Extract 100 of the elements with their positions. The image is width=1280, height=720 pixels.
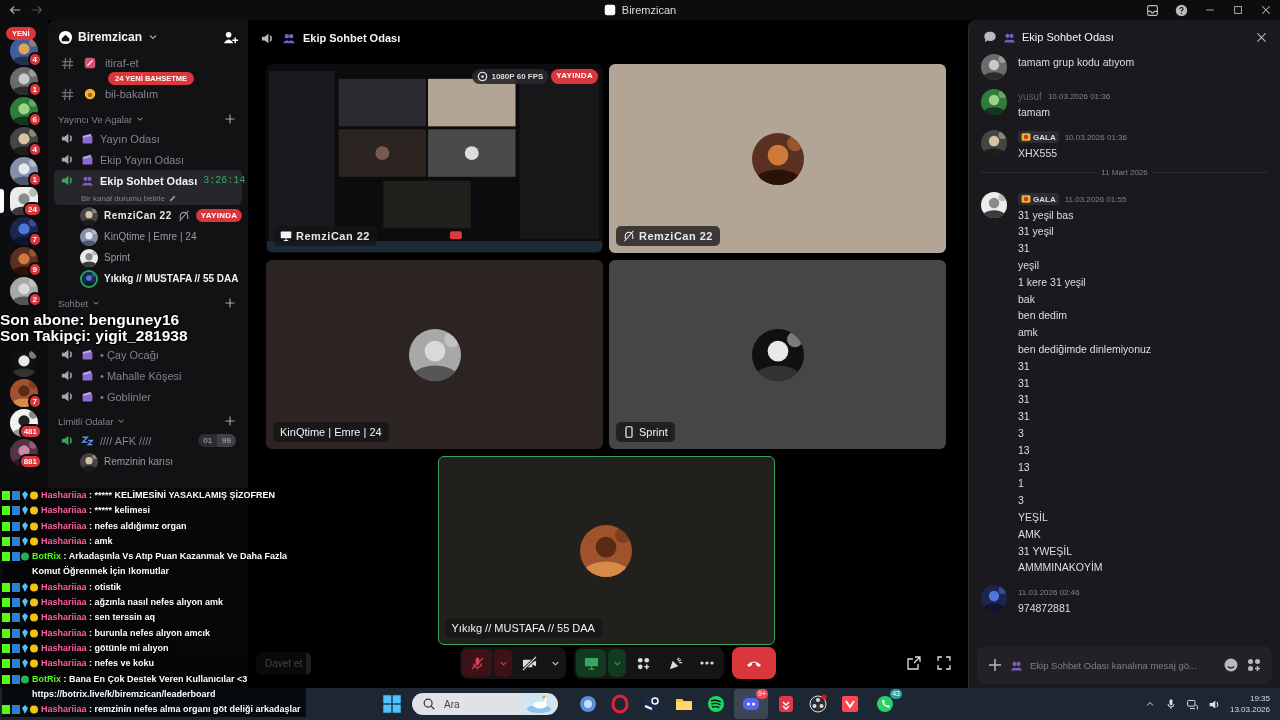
voice-user-name[interactable]: Yıkıkg // MUSTAFA // 55 DAA — [104, 273, 239, 284]
video-tile[interactable]: Yıkıkg // MUSTAFA // 55 DAA — [437, 456, 775, 645]
timestamp: 10.03.2026 01:36 — [1064, 132, 1127, 142]
chat-bubble-icon — [983, 30, 997, 44]
message-text: 31 — [1018, 409, 1031, 425]
chat-badges-icon — [2, 613, 38, 623]
video-tile[interactable]: RemziCan 22 — [609, 64, 946, 253]
text-channel[interactable]: bil-bakalım — [54, 83, 242, 105]
hang-up-button[interactable] — [732, 647, 777, 679]
message-text: 13 — [1018, 442, 1031, 458]
search-input[interactable]: Ara — [444, 698, 516, 710]
camera-icon — [521, 655, 537, 671]
screen-share-button[interactable] — [576, 649, 607, 677]
server-menu-button[interactable]: Biremzican — [58, 29, 160, 45]
phone-icon — [875, 694, 895, 714]
message-input[interactable]: Ekip Sohbet Odası kanalına mesaj gö... — [1030, 659, 1216, 671]
close-icon[interactable] — [1260, 4, 1272, 16]
chat-line: BotRix : Arkadaşınla Vs Atıp Puan Kazanmak Ve Daha Fazla Komut Öğrenmek İçin !komutlar — [32, 550, 288, 579]
timestamp: 11.03.2026 02:46 — [1018, 588, 1080, 598]
count-badge: 24 — [23, 202, 42, 217]
fullscreen-icon[interactable] — [936, 655, 952, 671]
add-member-icon[interactable] — [223, 29, 238, 45]
shield-icon — [776, 694, 796, 714]
channel-status[interactable]: Bir kanal durumu belirle — [81, 194, 166, 203]
voice-channel[interactable]: • Çay Ocağı — [54, 344, 242, 365]
message-text: yeşil — [1018, 258, 1040, 273]
message-text: 31 yeşil bas — [1018, 207, 1075, 223]
chat-badges-icon — [2, 536, 38, 546]
message-text: tamam grup kodu atıyom — [1018, 55, 1135, 70]
message-text: bak — [1018, 291, 1036, 307]
server-icon — [58, 29, 73, 45]
voice-channel[interactable]: • Goblinler — [54, 386, 242, 407]
add-channel-icon[interactable] — [224, 415, 236, 427]
channel-emoji-icon — [81, 174, 94, 187]
hash-icon — [60, 86, 75, 102]
hash-icon — [60, 55, 75, 71]
chat-badges-icon — [2, 552, 29, 562]
add-channel-icon[interactable] — [224, 113, 236, 125]
voice-user-name[interactable]: RemziCan 22 — [104, 210, 172, 221]
quality-text: 1080P 60 FPS — [491, 72, 544, 81]
close-icon[interactable] — [1255, 30, 1268, 44]
chat-line: Hashariiaa : ***** kelimesi — [41, 504, 151, 518]
count-badge: 881 — [18, 454, 42, 469]
live-badge: YAYINDA — [195, 209, 243, 222]
chat-line: Hashariiaa : nefes ve koku — [41, 657, 155, 671]
message-text: 31 — [1018, 392, 1031, 408]
chat-badges-icon — [2, 506, 38, 516]
channel-emoji-icon — [81, 348, 94, 361]
author-name[interactable]: yusuf — [1018, 91, 1042, 102]
voice-channel[interactable]: Yayın Odası — [54, 128, 242, 149]
user-limit: 99 — [217, 434, 236, 447]
add-icon[interactable] — [987, 657, 1003, 673]
inbox-icon[interactable] — [1146, 3, 1159, 17]
video-tile[interactable]: 1080P 60 FPS YAYINDA RemziCan 22 — [266, 64, 603, 253]
message-text: amk — [1018, 325, 1039, 341]
voice-channel[interactable]: • Mahalle Köşesi — [54, 365, 242, 386]
category-header[interactable]: Limitli Odalar — [58, 415, 127, 427]
add-channel-icon[interactable] — [224, 297, 236, 309]
chat-badges-icon — [2, 705, 38, 715]
orb-icon — [578, 694, 598, 714]
text-channel[interactable]: itiraf-et — [54, 52, 242, 74]
chat-badges-icon — [2, 674, 29, 684]
apps-icon[interactable] — [1246, 657, 1262, 673]
message-text: 31 YWEŞİL — [1018, 543, 1074, 559]
emoji-icon[interactable] — [1223, 657, 1239, 673]
chat-badges-icon — [2, 521, 38, 531]
monitor-icon — [583, 655, 599, 671]
pencil-icon[interactable] — [168, 194, 178, 203]
network-icon[interactable] — [1185, 697, 1199, 711]
voice-user-name[interactable]: Remzinin karısı — [104, 456, 173, 467]
voice-channel[interactable]: Ekip Yayın Odası — [54, 149, 242, 170]
chat-line: Hashariiaa : ağzınla nasıl nefes alıyon amk — [41, 596, 224, 610]
participant-name: Yıkıkg // MUSTAFA // 55 DAA — [451, 622, 595, 634]
voice-user-name[interactable]: Sprint — [104, 252, 131, 263]
pop-out-icon[interactable] — [906, 655, 922, 671]
voice-user-name[interactable]: KinQtime | Emre | 24 — [104, 231, 197, 242]
message-text: 31 — [1018, 358, 1031, 374]
channel-emoji-icon — [81, 434, 94, 447]
clock-time[interactable]: 19:35 — [1249, 693, 1270, 704]
apps-icon — [635, 655, 651, 671]
role-name: GALA — [1033, 132, 1056, 142]
people-icon — [282, 31, 296, 45]
emoji-icon — [83, 87, 97, 101]
clock-date[interactable]: 13.03.2026 — [1229, 704, 1270, 715]
help-icon[interactable] — [1175, 3, 1188, 17]
category-header[interactable]: Sohbet — [58, 297, 102, 309]
category-header[interactable]: Yayıncı Ve Agalar — [58, 113, 146, 125]
video-tile[interactable]: Sprint — [609, 260, 946, 449]
maximize-icon[interactable] — [1232, 4, 1244, 16]
search-icon — [422, 697, 436, 711]
microphone-button[interactable] — [462, 649, 493, 677]
window-icon — [603, 4, 616, 16]
microphone-icon[interactable] — [1164, 698, 1177, 710]
voice-channel[interactable]: //// AFK //// 01 99 — [54, 430, 242, 451]
message-text: XHX555 — [1018, 145, 1059, 161]
back-icon[interactable] — [8, 3, 22, 17]
video-tile[interactable]: KinQtime | Emre | 24 — [266, 260, 603, 449]
chat-line: Hashariiaa : burunla nefes alıyon amcık — [41, 626, 211, 640]
message-text: AMK — [1018, 526, 1042, 542]
chat-line: Hashariiaa : götünle mi alıyon — [41, 641, 169, 655]
